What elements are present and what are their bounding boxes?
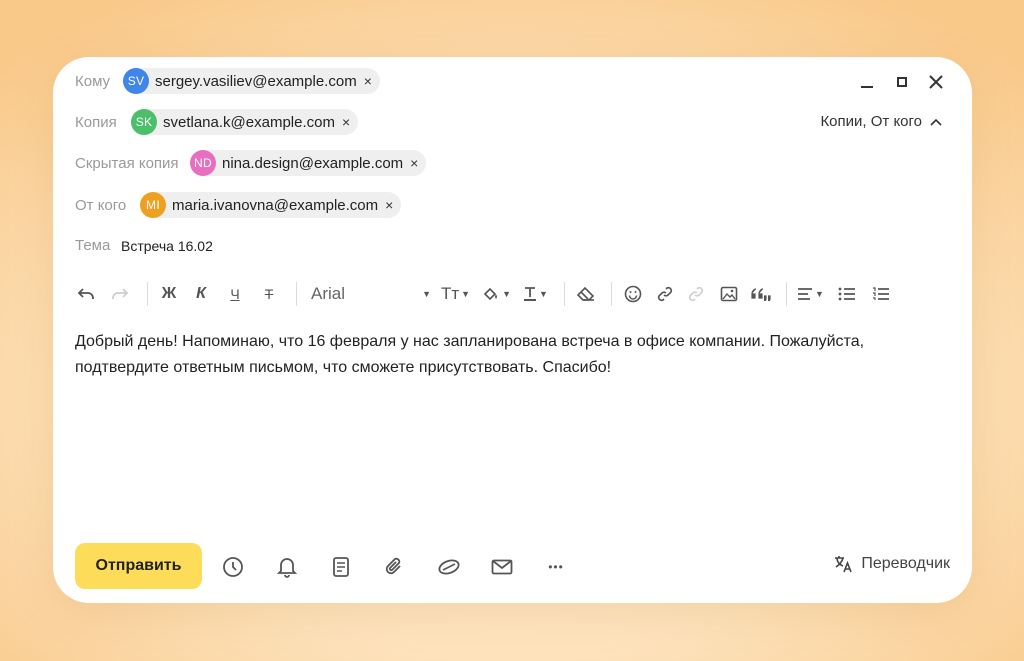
sender-email: maria.ivanovna@example.com	[172, 196, 379, 214]
font-family-value: Arial	[311, 284, 346, 303]
fill-color-button[interactable]: ▼	[482, 281, 511, 307]
chevron-down-icon: ▼	[422, 289, 431, 299]
recipient-email: sergey.vasiliev@example.com	[155, 72, 357, 90]
clock-icon[interactable]	[220, 554, 246, 580]
redo-icon[interactable]	[109, 281, 131, 307]
to-row: Кому SV sergey.vasiliev@example.com ×	[75, 68, 380, 94]
bullet-list-icon[interactable]	[836, 281, 858, 307]
emoji-icon[interactable]	[622, 281, 644, 307]
copies-toggle-label: Копии, От кого	[820, 113, 922, 130]
chevron-down-icon: ▼	[539, 289, 548, 299]
copies-toggle[interactable]: Копии, От кого	[820, 113, 942, 130]
italic-button[interactable]: К	[190, 281, 212, 307]
quote-icon[interactable]	[750, 281, 772, 307]
cloud-attach-icon[interactable]	[436, 554, 462, 580]
compose-window: Кому SV sergey.vasiliev@example.com × Ко…	[53, 57, 972, 603]
restore-icon[interactable]	[891, 71, 913, 93]
cc-row: Копия SK svetlana.k@example.com ×	[75, 109, 359, 135]
subject-row: Тема Встреча 16.02	[75, 237, 213, 254]
align-left-icon	[797, 288, 812, 300]
send-button[interactable]: Отправить	[75, 543, 202, 589]
unlink-icon[interactable]	[686, 281, 708, 307]
sender-chip[interactable]: MI maria.ivanovna@example.com ×	[140, 192, 402, 218]
translator-label: Переводчик	[861, 555, 950, 572]
bell-icon[interactable]	[274, 554, 300, 580]
remove-sender-icon[interactable]: ×	[385, 197, 393, 213]
bcc-label: Скрытая копия	[75, 154, 179, 172]
toolbar-divider	[785, 282, 787, 306]
image-icon[interactable]	[718, 281, 740, 307]
bold-button[interactable]: Ж	[158, 281, 180, 307]
toolbar-divider	[147, 282, 148, 306]
text-color-button[interactable]: ▼	[523, 281, 548, 307]
chevron-down-icon: ▼	[461, 289, 471, 299]
toolbar-divider	[563, 282, 565, 306]
undo-icon[interactable]	[75, 281, 97, 307]
recipient-chip[interactable]: ND nina.design@example.com ×	[190, 150, 427, 176]
eraser-icon[interactable]	[575, 281, 597, 307]
paint-bucket-icon	[483, 287, 498, 301]
subject-input[interactable]: Встреча 16.02	[121, 238, 213, 254]
avatar: ND	[190, 150, 216, 176]
numbered-list-icon[interactable]	[870, 281, 892, 307]
remove-recipient-icon[interactable]: ×	[342, 114, 350, 130]
chevron-up-icon	[930, 118, 942, 126]
to-label: Кому	[75, 72, 111, 90]
align-button[interactable]: ▼	[797, 281, 824, 307]
avatar: SV	[123, 68, 149, 94]
close-icon[interactable]	[925, 71, 947, 93]
remove-recipient-icon[interactable]: ×	[410, 155, 418, 171]
template-icon[interactable]	[328, 554, 354, 580]
recipient-chip[interactable]: SV sergey.vasiliev@example.com ×	[123, 68, 380, 94]
recipient-chip[interactable]: SK svetlana.k@example.com ×	[131, 109, 359, 135]
toolbar-divider	[296, 282, 297, 306]
cc-label: Копия	[75, 113, 117, 131]
recipient-email: nina.design@example.com	[222, 154, 404, 172]
strikethrough-button[interactable]: Т	[258, 281, 280, 307]
text-size-button[interactable]: Тт ▼	[441, 281, 470, 307]
message-body[interactable]: Добрый день! Напоминаю, что 16 февраля у…	[75, 329, 935, 381]
subject-label: Тема	[75, 237, 111, 254]
chevron-down-icon: ▼	[814, 289, 824, 299]
envelope-icon[interactable]	[489, 554, 515, 580]
translator-button[interactable]: Переводчик	[833, 554, 950, 574]
underline-button[interactable]: Ч	[224, 281, 246, 307]
bcc-row: Скрытая копия ND nina.design@example.com…	[75, 150, 427, 176]
paperclip-icon[interactable]	[382, 554, 408, 580]
remove-recipient-icon[interactable]: ×	[364, 73, 372, 89]
formatting-toolbar: Ж К Ч Т Arial ▼ Тт ▼ ▼ ▼ ▼	[75, 281, 892, 307]
toolbar-divider	[610, 282, 612, 306]
from-row: От кого MI maria.ivanovna@example.com ×	[75, 192, 402, 218]
avatar: SK	[131, 109, 157, 135]
from-label: От кого	[75, 196, 127, 214]
minimize-icon[interactable]	[856, 71, 878, 93]
more-icon[interactable]: •••	[543, 554, 569, 580]
font-family-select[interactable]: Arial ▼	[311, 284, 431, 304]
text-color-icon	[524, 287, 537, 301]
recipient-email: svetlana.k@example.com	[163, 113, 335, 131]
link-icon[interactable]	[654, 281, 676, 307]
chevron-down-icon: ▼	[502, 289, 512, 299]
text-size-label: Тт	[441, 284, 460, 303]
translate-icon	[835, 556, 853, 573]
avatar: MI	[140, 192, 166, 218]
